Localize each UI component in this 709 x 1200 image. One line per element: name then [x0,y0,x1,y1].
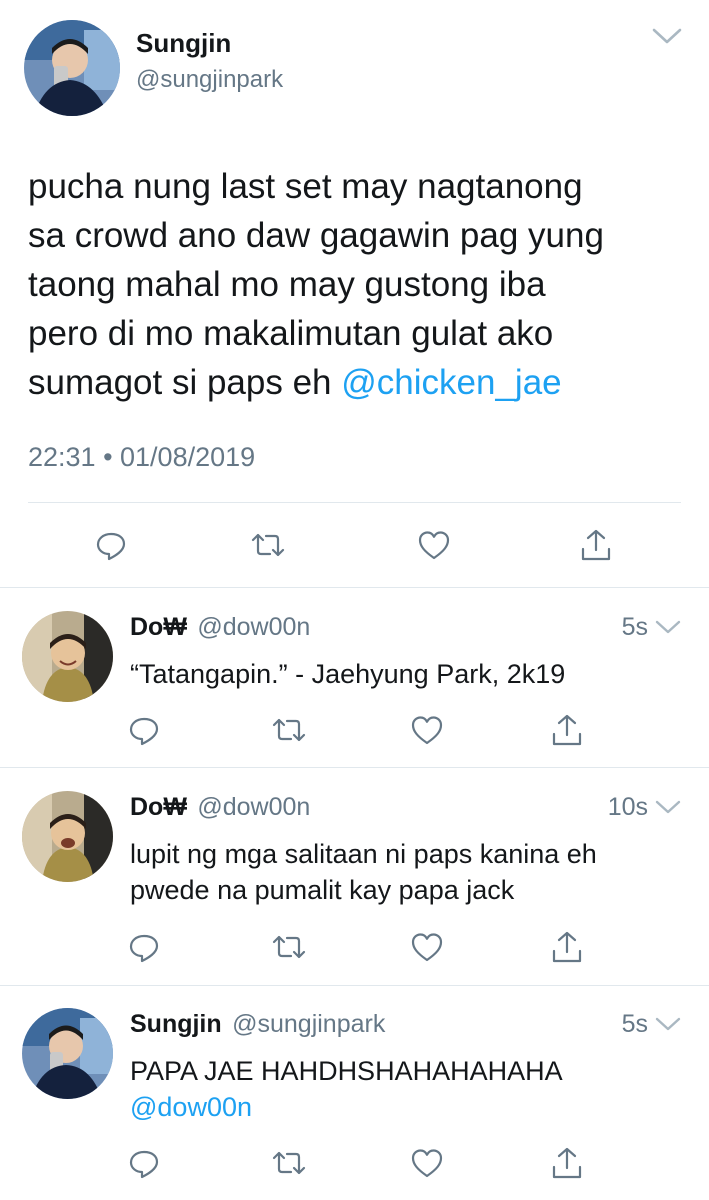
share-button[interactable] [547,927,587,967]
tweet-text-segment: sumagot si paps eh [28,363,342,402]
divider [0,767,709,768]
like-icon [418,531,450,560]
avatar[interactable] [22,611,113,702]
chevron-down-icon[interactable] [651,26,683,51]
tweet-actions [0,525,709,565]
reply-button[interactable] [124,710,164,750]
like-button[interactable] [414,525,454,565]
reply-button[interactable] [91,525,131,565]
author-handle[interactable]: @dow00n [197,613,310,641]
mention-link[interactable]: @chicken_jae [341,363,561,402]
author-name[interactable]: Sungjin [136,28,231,59]
retweet-icon [272,718,306,742]
tweet-text: pucha nung last set may nagtanong sa cro… [28,162,688,407]
divider [28,502,681,503]
retweet-icon [251,533,285,557]
share-icon [552,1147,582,1179]
reply-text: “Tatangapin.” - Jaehyung Park, 2k19 [130,659,566,689]
retweet-button[interactable] [269,710,309,750]
divider [0,587,709,588]
author-handle[interactable]: @sungjinpark [232,1010,385,1038]
retweet-icon [272,1151,306,1175]
reply-header: Do₩ @dow00n [130,793,310,822]
reply-actions [0,927,709,967]
share-button[interactable] [547,710,587,750]
reply-button[interactable] [124,1143,164,1183]
reply-icon [129,1150,159,1179]
share-icon [552,931,582,963]
retweet-icon [272,935,306,959]
reply-time[interactable]: 5s [622,1010,648,1039]
like-icon [411,933,443,962]
reply-time[interactable]: 10s [608,793,648,822]
reply-text: lupit ng mga salitaan ni paps kanina eh … [130,836,597,908]
retweet-button[interactable] [269,1143,309,1183]
retweet-button[interactable] [248,525,288,565]
chevron-down-icon[interactable] [654,798,682,821]
reply-actions [0,710,709,750]
reply-icon [129,934,159,963]
author-name[interactable]: Sungjin [130,1010,222,1038]
mention-link[interactable]: @dow00n [130,1089,563,1125]
avatar[interactable] [22,1008,113,1099]
like-icon [411,716,443,745]
author-handle[interactable]: @sungjinpark [136,66,283,94]
reply-button[interactable] [124,927,164,967]
tweet-text-line: pucha nung last set may nagtanong [28,167,583,206]
avatar[interactable] [24,20,120,116]
reply-text-line: lupit ng mga salitaan ni paps kanina eh [130,839,597,869]
chevron-down-icon[interactable] [654,618,682,641]
author-name[interactable]: Do₩ [130,613,187,641]
tweet-text-line: sa crowd ano daw gagawin pag yung [28,216,604,255]
avatar[interactable] [22,791,113,882]
retweet-button[interactable] [269,927,309,967]
like-button[interactable] [407,710,447,750]
reply-text: PAPA JAE HAHDHSHAHAHAHAHA @dow00n [130,1053,563,1125]
tweet-text-line: sumagot si paps eh @chicken_jae [28,358,688,407]
share-button[interactable] [547,1143,587,1183]
reply-icon [129,717,159,746]
tweet-text-line: pero di mo makalimutan gulat ako [28,314,554,353]
share-icon [581,529,611,561]
reply-time[interactable]: 5s [622,613,648,642]
reply-text-line: PAPA JAE HAHDHSHAHAHAHAHA [130,1056,563,1086]
like-button[interactable] [407,927,447,967]
reply-actions [0,1143,709,1183]
author-handle[interactable]: @dow00n [197,793,310,821]
divider [0,985,709,986]
like-button[interactable] [407,1143,447,1183]
share-button[interactable] [576,525,616,565]
chevron-down-icon[interactable] [654,1015,682,1038]
reply-header: Sungjin @sungjinpark [130,1010,385,1039]
like-icon [411,1149,443,1178]
reply-text-line: pwede na pumalit kay papa jack [130,875,515,905]
tweet-timestamp[interactable]: 22:31 • 01/08/2019 [28,442,255,473]
author-name[interactable]: Do₩ [130,793,187,821]
reply-header: Do₩ @dow00n [130,613,310,642]
reply-icon [96,532,126,561]
share-icon [552,714,582,746]
tweet-text-line: taong mahal mo may gustong iba [28,265,546,304]
